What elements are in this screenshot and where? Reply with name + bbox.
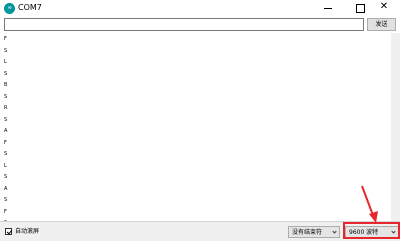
output-line: S [4,151,8,157]
line-ending-select[interactable]: 没有结束符 [288,226,340,238]
arduino-logo-icon: ∞ [4,3,15,14]
output-line: L [4,59,7,65]
output-line: S [4,93,8,100]
send-input[interactable] [4,18,364,31]
output-line: F [4,139,7,146]
output-line: F [4,208,7,215]
window-title: COM7 [18,3,42,12]
chevron-down-icon [332,229,337,234]
minimize-button[interactable] [312,0,344,16]
close-icon: ✕ [379,1,389,12]
output-scrollbar[interactable] [391,33,400,221]
app-icon-glyph: ∞ [7,5,12,11]
output-line: L [4,162,7,169]
bottom-bar: 自动滚屏 没有结束符 9600 波特 [0,221,400,241]
annotation-highlight-box [343,222,400,239]
output-line: S [4,174,8,180]
line-ending-value: 没有结束符 [292,229,323,236]
title-bar: ∞ COM7 ✕ [0,0,400,16]
output-line: A [4,128,8,134]
output-line: S [4,47,8,54]
output-line: R [4,105,8,111]
output-line: S [4,70,8,77]
serial-output[interactable]: F S L S B S R S A F S L S A S F S A [4,34,392,238]
output-lines: F S L S B S R S A F S L S A S F S A [4,34,7,241]
send-button[interactable]: 发送 [367,18,396,31]
output-line: F [4,36,7,42]
output-line: A [4,185,8,192]
close-button[interactable]: ✕ [368,0,400,16]
autoscroll-checkbox[interactable] [5,228,12,235]
output-line: S [4,116,8,123]
output-line: B [4,82,8,88]
autoscroll-label[interactable]: 自动滚屏 [15,227,39,236]
output-line: S [4,197,8,203]
